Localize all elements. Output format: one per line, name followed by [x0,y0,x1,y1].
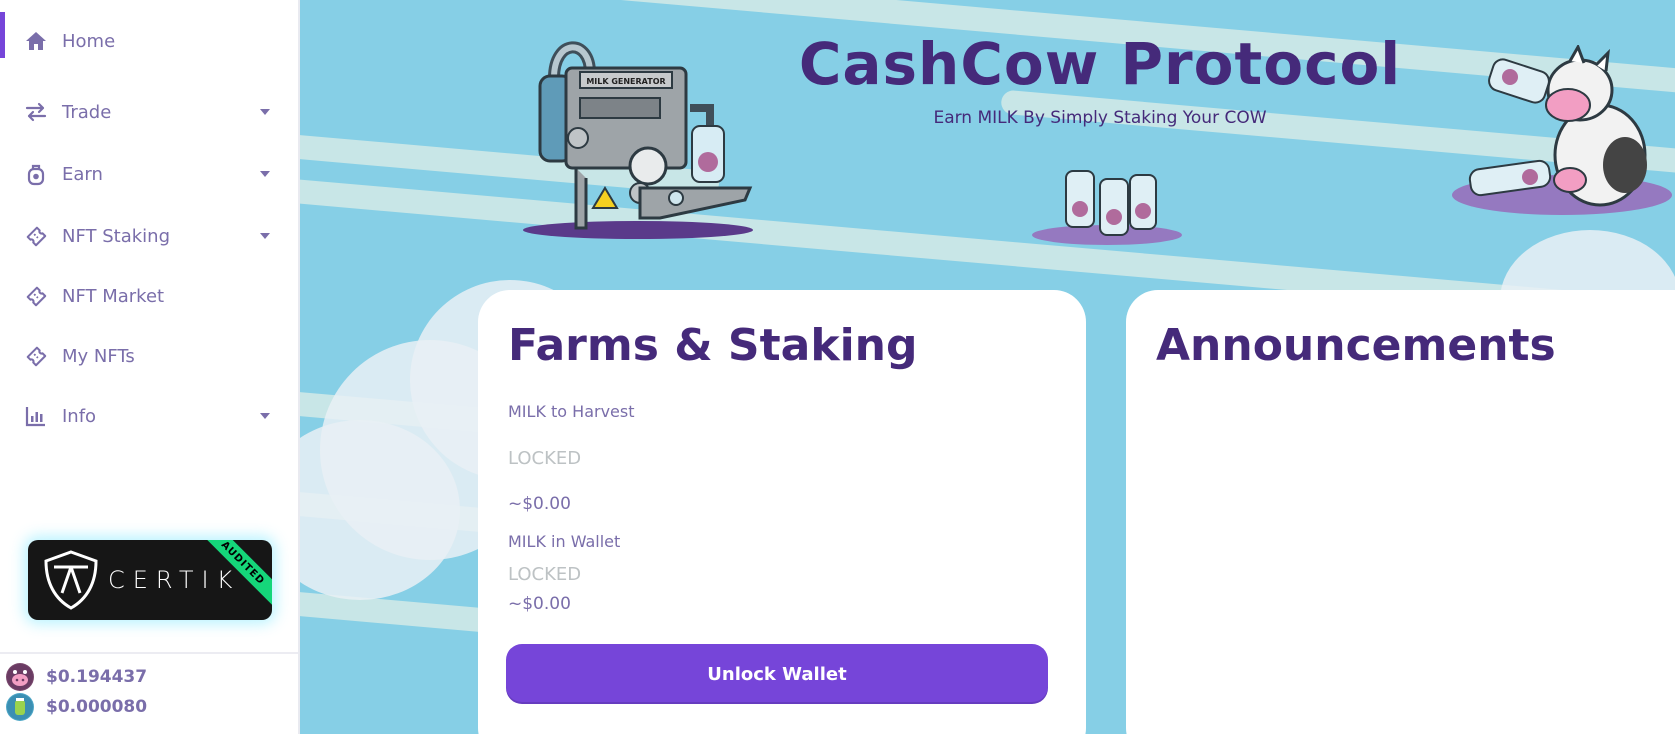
sidebar-item-trade[interactable]: Trade [0,82,298,142]
wallet-value: LOCKED [508,564,582,585]
chart-icon [24,404,48,428]
harvest-value: LOCKED [508,448,582,469]
sidebar-item-label: NFT Market [62,285,165,307]
home-icon [24,29,48,53]
farms-card-title: Farms & Staking [508,320,918,371]
sidebar: Home Trade Earn NFT Staking NFT Market M… [0,0,300,734]
milk-token-icon [6,693,34,721]
sidebar-item-info[interactable]: Info [0,386,298,446]
sidebar-item-label: Home [62,30,116,52]
sidebar-item-my-nfts[interactable]: My NFTs [0,326,298,386]
sidebar-item-label: Info [62,405,97,427]
hero-subtitle: Earn MILK By Simply Staking Your COW [933,108,1267,128]
milk-bottles-illustration [1032,170,1182,245]
milk-generator-label: MILK GENERATOR [586,77,665,86]
sidebar-item-label: Earn [62,163,103,185]
ticket-icon [24,344,48,368]
unlock-wallet-button[interactable]: Unlock Wallet [506,644,1048,704]
ticket-icon [24,224,48,248]
sidebar-item-nft-staking[interactable]: NFT Staking [0,206,298,266]
wallet-usd-value: ~$0.00 [508,594,571,614]
sidebar-item-label: My NFTs [62,345,135,367]
sidebar-divider [0,652,298,654]
announcements-card: Announcements [1126,290,1675,734]
milk-price-value: $0.000080 [46,697,148,717]
chevron-down-icon [260,413,270,419]
certik-audit-badge[interactable]: CERTIK AUDITED [28,540,272,620]
chevron-down-icon [260,109,270,115]
sidebar-item-label: NFT Staking [62,225,170,247]
cow-price[interactable]: $0.194437 [6,663,147,691]
harvest-usd-value: ~$0.00 [508,494,571,514]
announcements-title: Announcements [1156,320,1556,371]
chevron-down-icon [260,171,270,177]
sidebar-item-earn[interactable]: Earn [0,142,298,206]
certik-shield-icon [44,550,98,610]
sidebar-item-nft-market[interactable]: NFT Market [0,266,298,326]
wallet-label: MILK in Wallet [508,532,621,551]
earn-icon [24,162,48,186]
harvest-label: MILK to Harvest [508,402,635,421]
ticket-icon [24,284,48,308]
chevron-down-icon [260,233,270,239]
main-content: MILK GENERATOR CashCow Protocol Earn MIL… [300,0,1675,734]
milk-generator-illustration: MILK GENERATOR [523,41,753,239]
cow-illustration [1452,45,1672,215]
cow-price-value: $0.194437 [46,667,148,687]
sidebar-item-label: Trade [62,101,112,123]
certik-wordmark: CERTIK [108,566,241,594]
milk-price[interactable]: $0.000080 [6,693,147,721]
sidebar-item-home[interactable]: Home [0,0,298,82]
hero-title: CashCow Protocol [798,30,1402,98]
cow-token-icon [6,663,34,691]
trade-icon [24,100,48,124]
farms-staking-card: Farms & Staking MILK to Harvest LOCKED ~… [478,290,1086,734]
